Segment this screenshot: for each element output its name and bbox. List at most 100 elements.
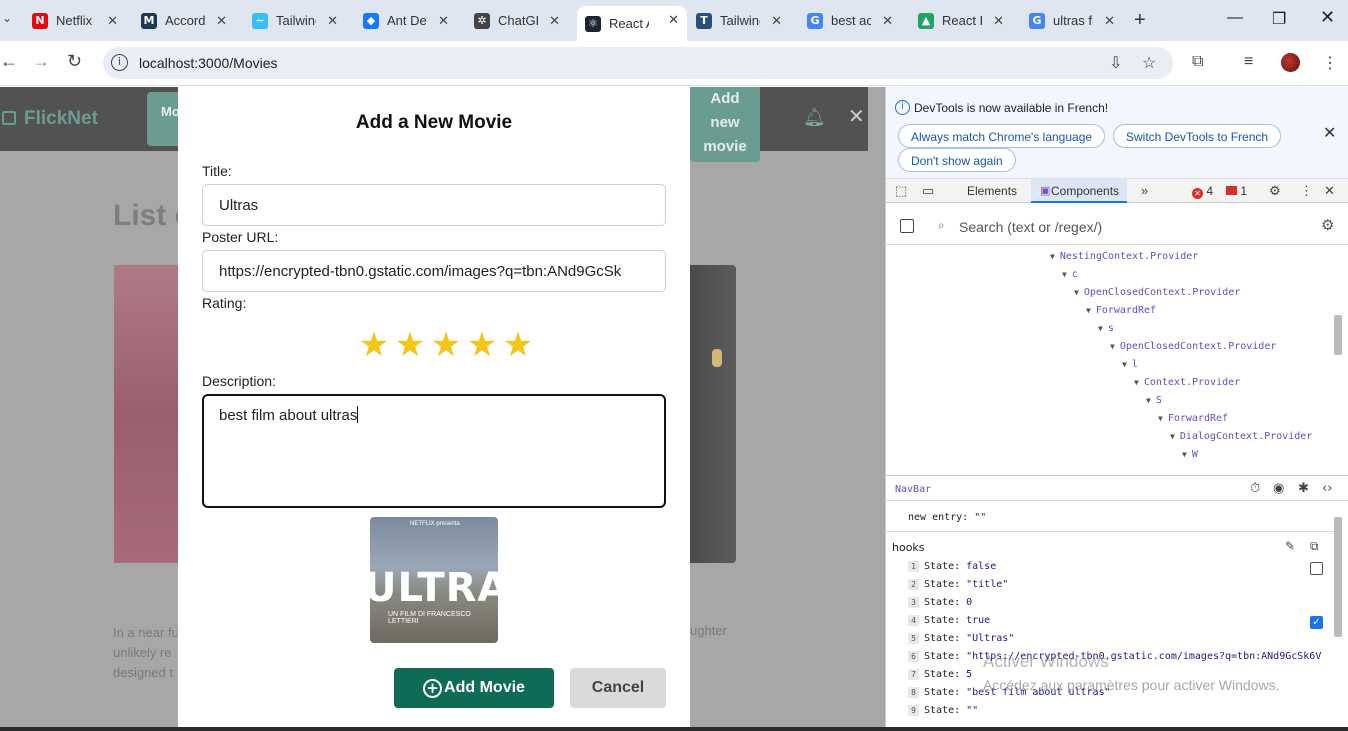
component-tree-node[interactable]: ▼ s: [1098, 323, 1114, 334]
new-tab-button[interactable]: +: [1134, 9, 1146, 32]
add-new-movie-button[interactable]: Add new movie: [690, 87, 760, 162]
expand-arrow-icon[interactable]: ▼: [1062, 270, 1067, 279]
hook-value[interactable]: true: [966, 615, 990, 626]
expand-arrow-icon[interactable]: ▼: [1086, 306, 1091, 315]
device-toolbar-icon[interactable]: ▭: [922, 183, 934, 199]
tree-scrollbar[interactable]: [1334, 315, 1342, 355]
hook-value[interactable]: "title": [966, 579, 1008, 590]
media-control-icon[interactable]: ≡: [1244, 53, 1253, 71]
star-icon[interactable]: ★: [356, 327, 392, 363]
install-app-icon[interactable]: ⇩: [1109, 53, 1122, 73]
hook-row[interactable]: 5 State: "Ultras": [908, 633, 1014, 644]
star-icon[interactable]: ★: [464, 327, 500, 363]
title-input[interactable]: Ultras: [202, 184, 666, 226]
browser-tab[interactable]: Gultras fi ✕: [1029, 7, 1115, 34]
props-scrollbar[interactable]: [1334, 517, 1342, 637]
magic-wand-icon[interactable]: ✎: [1285, 539, 1295, 553]
devtools-settings-icon[interactable]: ⚙: [1269, 183, 1281, 199]
close-tab-icon[interactable]: ✕: [1104, 13, 1115, 29]
expand-arrow-icon[interactable]: ▼: [1098, 324, 1103, 333]
component-tree-node[interactable]: ▼ W: [1182, 449, 1198, 460]
hook-value[interactable]: "": [966, 705, 978, 716]
movie-poster-card[interactable]: [114, 265, 178, 563]
component-tree-node[interactable]: ▼ S: [1146, 395, 1162, 406]
more-tabs-icon[interactable]: »: [1141, 183, 1148, 198]
brand-logo[interactable]: FlickNet: [24, 108, 98, 130]
url-text[interactable]: localhost:3000/Movies: [139, 55, 278, 71]
close-tab-icon[interactable]: ✕: [216, 13, 227, 29]
hook-checkbox[interactable]: [1310, 562, 1323, 575]
hook-row[interactable]: 9 State: "": [908, 705, 978, 716]
maximize-button[interactable]: ❐: [1272, 9, 1286, 29]
browser-tab[interactable]: T Tailwinc ✕: [696, 7, 782, 34]
close-tab-icon[interactable]: ✕: [327, 13, 338, 29]
always-match-language-button[interactable]: Always match Chrome's language: [898, 124, 1106, 148]
close-tab-icon[interactable]: ✕: [549, 13, 560, 29]
browser-tab[interactable]: ✲ ChatGP ✕: [474, 7, 560, 34]
close-window-button[interactable]: ✕: [1320, 7, 1335, 28]
tab-elements[interactable]: Elements: [967, 184, 1017, 198]
site-info-icon[interactable]: i: [111, 54, 128, 71]
description-textarea[interactable]: best film about ultras: [202, 394, 666, 508]
component-tree-node[interactable]: ▼ NestingContext.Provider: [1050, 251, 1198, 262]
browser-tab[interactable]: ▲ React H ✕: [918, 7, 1004, 34]
expand-arrow-icon[interactable]: ▼: [1110, 342, 1115, 351]
hook-row[interactable]: 2 State: "title": [908, 579, 1008, 590]
close-tab-icon[interactable]: ✕: [882, 13, 893, 29]
expand-arrow-icon[interactable]: ▼: [1050, 252, 1055, 261]
rating-stars[interactable]: ★ ★ ★ ★ ★: [356, 327, 536, 363]
close-tab-icon[interactable]: ✕: [993, 13, 1004, 29]
component-tree-node[interactable]: ▼ c: [1062, 269, 1078, 280]
hook-value[interactable]: false: [966, 561, 996, 572]
minimize-button[interactable]: —: [1227, 9, 1243, 27]
add-movie-button[interactable]: + Add Movie: [394, 668, 554, 708]
browser-tab[interactable]: ⚛ React A ✕: [577, 6, 687, 41]
bell-icon[interactable]: 🔔︎: [803, 107, 826, 128]
star-icon[interactable]: ★: [500, 327, 536, 363]
component-tree-node[interactable]: ▼ ForwardRef: [1086, 305, 1156, 316]
bookmark-star-icon[interactable]: ☆: [1142, 53, 1156, 73]
hook-row[interactable]: 6 State: "https://encrypted-tbn0.gstatic.c…: [908, 651, 1321, 662]
error-count[interactable]: ✕ 4: [1192, 184, 1213, 199]
inspect-element-icon[interactable]: ⬚: [895, 183, 907, 199]
profile-avatar[interactable]: [1281, 53, 1300, 72]
component-tree-node[interactable]: ▼ OpenClosedContext.Provider: [1074, 287, 1240, 298]
cancel-button[interactable]: Cancel: [570, 668, 666, 708]
components-settings-icon[interactable]: ⚙: [1321, 216, 1334, 234]
hook-row[interactable]: 4 State: true: [908, 615, 990, 626]
close-devtools-icon[interactable]: ✕: [1324, 183, 1335, 199]
close-infobar-icon[interactable]: ✕: [1323, 123, 1336, 143]
close-icon[interactable]: ✕: [848, 104, 865, 129]
component-tree-node[interactable]: ▼ ForwardRef: [1158, 413, 1228, 424]
close-tab-icon[interactable]: ✕: [107, 13, 118, 29]
star-icon[interactable]: ★: [392, 327, 428, 363]
movie-poster-card[interactable]: [690, 265, 736, 563]
issue-count[interactable]: 1: [1226, 184, 1247, 198]
tab-search-chevron-icon[interactable]: ⌄: [2, 11, 12, 25]
hook-row[interactable]: 1 State: false: [908, 561, 996, 572]
browser-tab[interactable]: ~ Tailwinc ✕: [252, 7, 338, 34]
back-icon[interactable]: ←: [0, 51, 18, 72]
dont-show-again-button[interactable]: Don't show again: [898, 148, 1016, 172]
component-tree-node[interactable]: ▼ DialogContext.Provider: [1170, 431, 1312, 442]
expand-arrow-icon[interactable]: ▼: [1074, 288, 1079, 297]
browser-tab[interactable]: M Accordi ✕: [141, 7, 227, 34]
hook-row[interactable]: 3 State: 0: [908, 597, 972, 608]
close-tab-icon[interactable]: ✕: [438, 13, 449, 29]
expand-arrow-icon[interactable]: ▼: [1158, 414, 1163, 423]
expand-arrow-icon[interactable]: ▼: [1182, 450, 1187, 459]
expand-arrow-icon[interactable]: ▼: [1170, 432, 1175, 441]
copy-icon[interactable]: ⧉: [1310, 539, 1319, 554]
view-source-icon[interactable]: ‹›: [1322, 481, 1332, 496]
expand-arrow-icon[interactable]: ▼: [1134, 378, 1139, 387]
devtools-menu-icon[interactable]: ⋮: [1300, 183, 1313, 199]
hook-value[interactable]: 5: [966, 669, 972, 680]
browser-menu-icon[interactable]: ⋮: [1322, 53, 1338, 73]
browser-tab[interactable]: N Netflix ✕: [32, 7, 118, 34]
hook-row[interactable]: 7 State: 5: [908, 669, 972, 680]
component-search-input[interactable]: Search (text or /regex/): [959, 219, 1102, 235]
reload-icon[interactable]: ↻: [67, 51, 82, 72]
bug-icon[interactable]: ✱: [1298, 481, 1309, 496]
component-tree-node[interactable]: ▼ OpenClosedContext.Provider: [1110, 341, 1276, 352]
browser-tab[interactable]: Gbest ac ✕: [807, 7, 893, 34]
